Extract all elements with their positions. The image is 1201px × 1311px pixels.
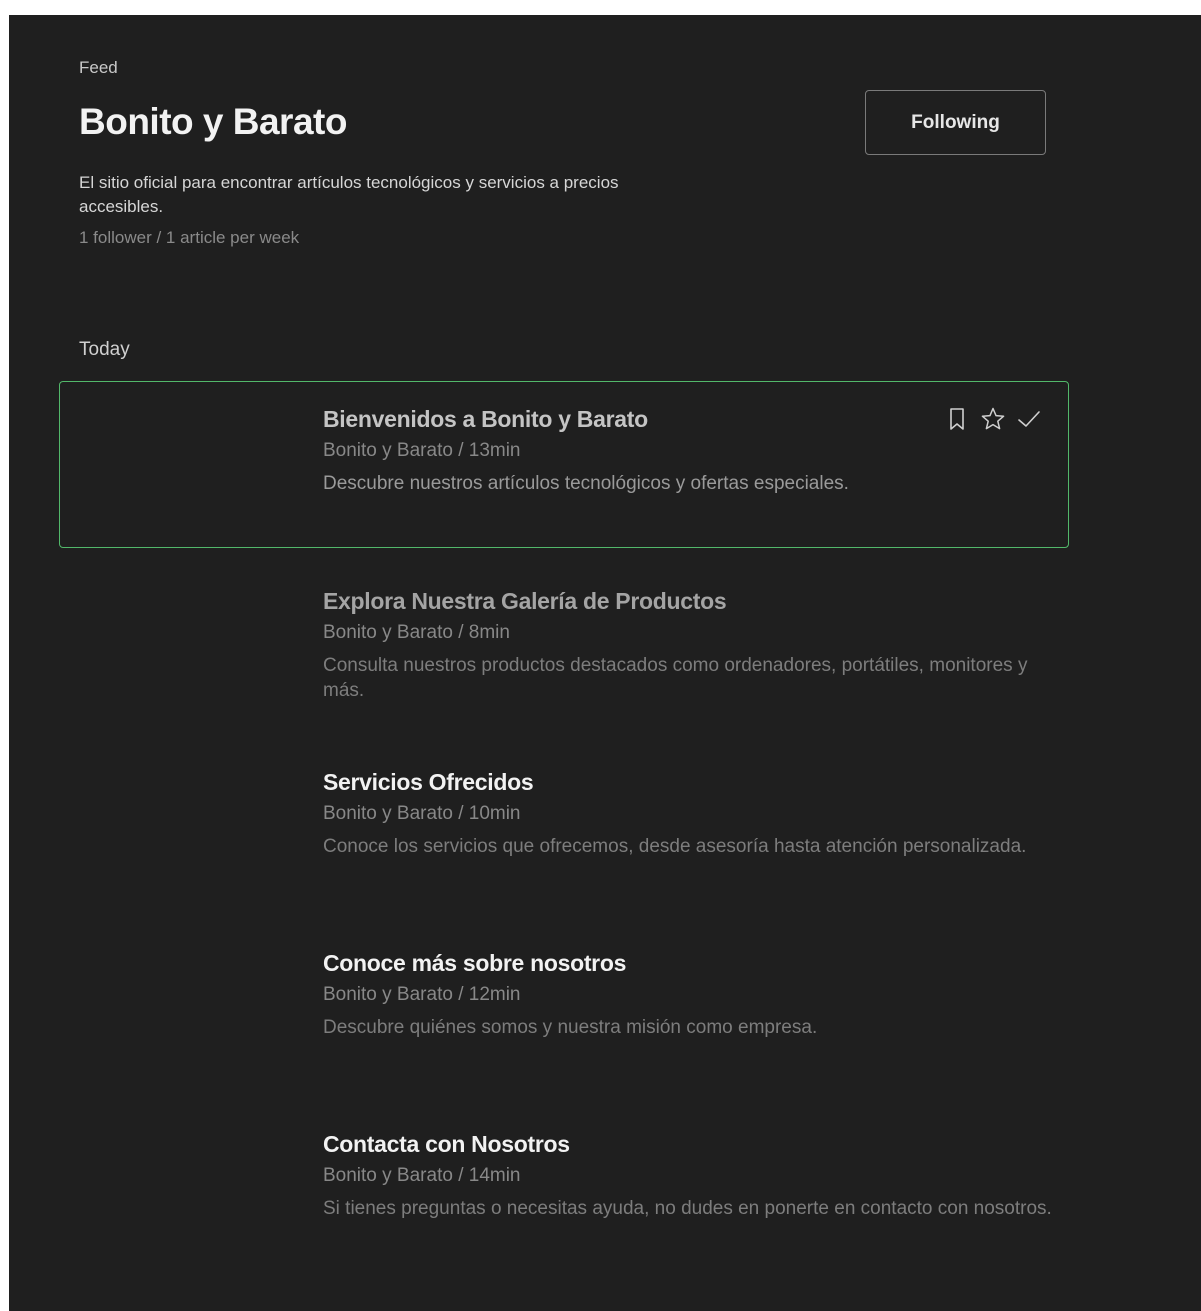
article-title[interactable]: Explora Nuestra Galería de Productos xyxy=(323,586,1053,616)
article-summary: Descubre nuestros artículos tecnológicos… xyxy=(323,473,849,494)
feed-stats: 1 follower / 1 article per week xyxy=(79,228,300,247)
section-label-today: Today xyxy=(79,339,130,360)
bookmark-icon[interactable] xyxy=(944,406,970,432)
article-title[interactable]: Conoce más sobre nosotros xyxy=(323,948,1053,978)
article-summary: Descubre quiénes somos y nuestra misión … xyxy=(323,1017,818,1038)
article-meta: Bonito y Barato / 14min xyxy=(323,1165,521,1186)
article-item[interactable]: Contacta con Nosotros Bonito y Barato / … xyxy=(59,1106,1069,1276)
article-meta: Bonito y Barato / 8min xyxy=(323,622,510,643)
article-actions xyxy=(944,406,1042,432)
check-icon[interactable] xyxy=(1016,406,1042,432)
article-meta: Bonito y Barato / 10min xyxy=(323,803,521,824)
article-summary: Conoce los servicios que ofrecemos, desd… xyxy=(323,836,1027,857)
breadcrumb[interactable]: Feed xyxy=(79,58,118,78)
feed-page: Feed Bonito y Barato Following El sitio … xyxy=(9,15,1201,1311)
star-icon[interactable] xyxy=(980,406,1006,432)
article-meta: Bonito y Barato / 13min xyxy=(323,440,521,461)
article-item[interactable]: Servicios Ofrecidos Bonito y Barato / 10… xyxy=(59,744,1069,914)
feed-description: El sitio oficial para encontrar artículo… xyxy=(79,173,619,216)
article-title[interactable]: Servicios Ofrecidos xyxy=(323,767,1053,797)
article-item-selected[interactable]: Bienvenidos a Bonito y Barato Bonito y B… xyxy=(59,381,1069,548)
article-summary: Si tienes preguntas o necesitas ayuda, n… xyxy=(323,1198,1052,1219)
article-item[interactable]: Conoce más sobre nosotros Bonito y Barat… xyxy=(59,925,1069,1095)
page-title: Bonito y Barato xyxy=(79,101,347,142)
following-button[interactable]: Following xyxy=(865,90,1046,155)
article-summary: Consulta nuestros productos destacados c… xyxy=(323,655,1028,701)
article-item[interactable]: Explora Nuestra Galería de Productos Bon… xyxy=(59,563,1069,733)
article-meta: Bonito y Barato / 12min xyxy=(323,984,521,1005)
article-title[interactable]: Contacta con Nosotros xyxy=(323,1129,1053,1159)
